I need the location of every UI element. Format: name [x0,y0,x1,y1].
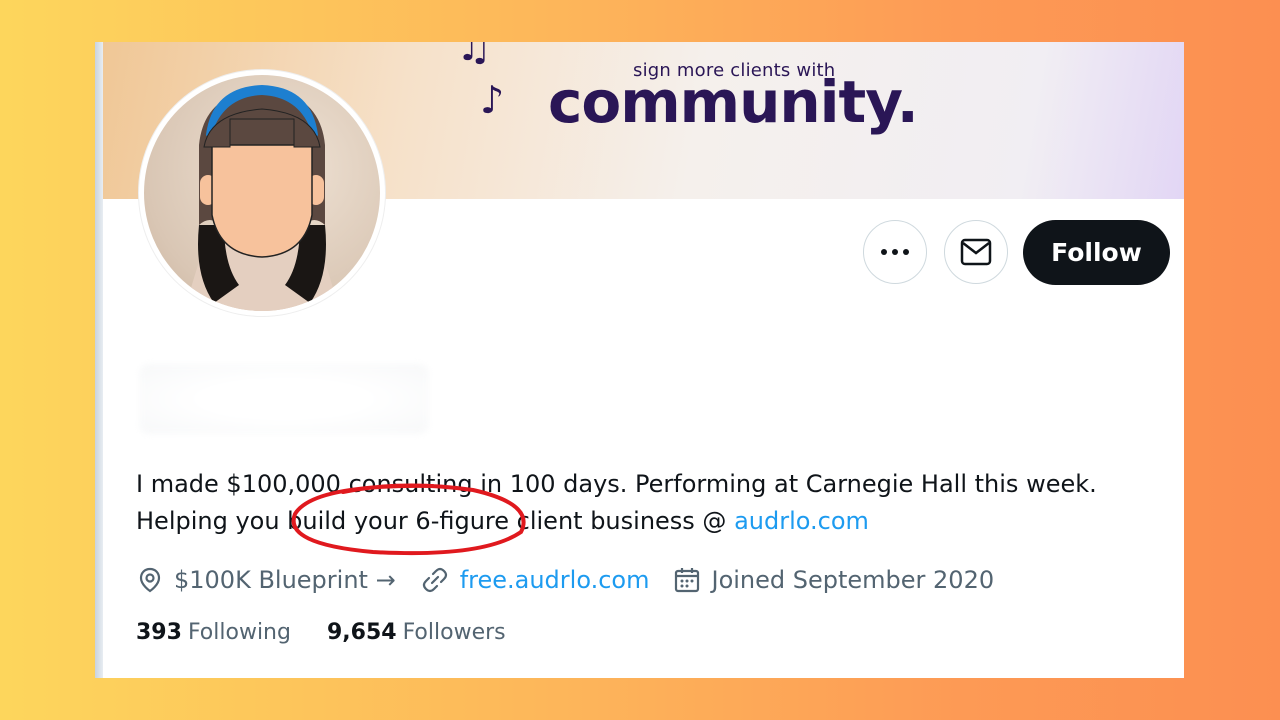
location-text: $100K Blueprint → [174,566,396,594]
profile-card: ♫ ♪ sign more clients with community. Fo… [95,42,1184,678]
location-pin-icon [139,567,161,593]
message-button[interactable] [944,220,1008,284]
followers-count: 9,654 [326,620,397,645]
bio-text: I made $100,000 consulting in 100 days. … [136,470,1097,535]
following-label: Following [187,620,291,645]
website-item[interactable]: free.audrlo.com [420,565,650,595]
calendar-icon [675,568,700,593]
avatar-cartoon-face-icon [144,75,380,311]
envelope-icon [960,238,992,266]
banner-title: community. [548,68,919,136]
music-note-icon: ♫ [456,42,492,70]
joined-item: Joined September 2020 [673,566,994,594]
following-stat[interactable]: 393 Following [136,620,291,645]
profile-bio: I made $100,000 consulting in 100 days. … [136,466,1156,540]
followers-label: Followers [402,620,506,645]
website-link[interactable]: free.audrlo.com [460,566,650,594]
followers-stat[interactable]: 9,654 Followers [327,620,506,645]
scroll-edge [95,42,103,678]
link-icon [422,567,447,593]
following-count: 393 [136,620,182,645]
joined-text: Joined September 2020 [711,566,995,594]
follow-button[interactable]: Follow [1023,220,1170,285]
location-item: $100K Blueprint → [136,566,396,594]
music-note-icon: ♪ [480,78,505,122]
avatar[interactable] [139,70,385,316]
blurred-display-name [139,364,429,434]
more-options-icon [881,249,909,255]
bio-link[interactable]: audrlo.com [734,507,869,535]
more-options-button[interactable] [863,220,927,284]
profile-stats: 393 Following 9,654 Followers [136,620,542,645]
profile-meta: $100K Blueprint → free.audrlo.com Joined… [136,560,1018,600]
